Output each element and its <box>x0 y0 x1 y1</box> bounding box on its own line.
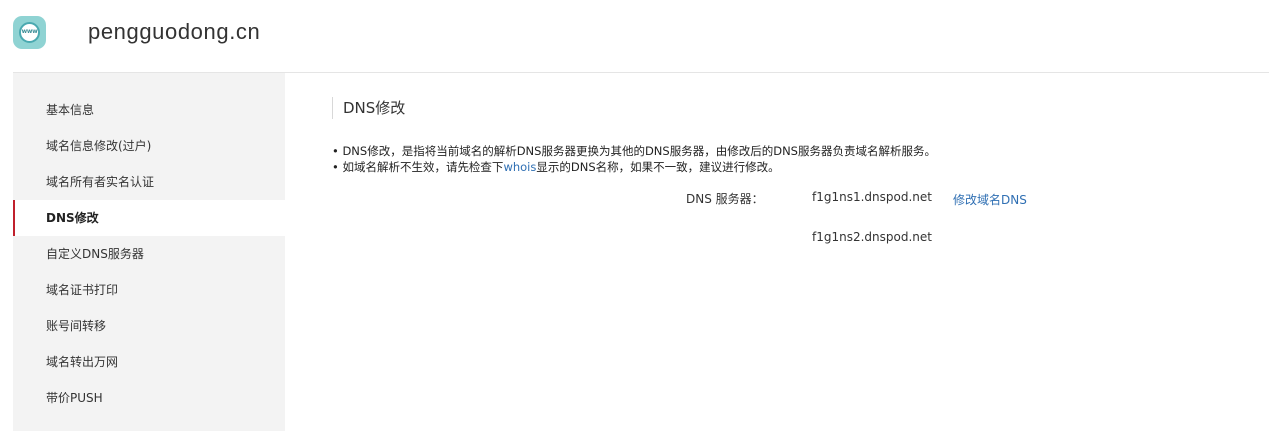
sidebar-item-dns-modify[interactable]: DNS修改 <box>13 200 285 236</box>
main-content: DNS修改 • DNS修改，是指将当前域名的解析DNS服务器更换为其他的DNS服… <box>285 73 1269 431</box>
note-line-2-after: 显示的DNS名称，如果不一致，建议进行修改。 <box>536 160 780 174</box>
sidebar-item-custom-dns[interactable]: 自定义DNS服务器 <box>13 236 285 272</box>
whois-link[interactable]: whois <box>503 160 536 174</box>
dns-server-2: f1g1ns2.dnspod.net <box>812 230 932 244</box>
page-title: DNS修改 <box>332 97 405 119</box>
sidebar-item-account-transfer[interactable]: 账号间转移 <box>13 308 285 344</box>
domain-title: pengguodong.cn <box>88 19 261 44</box>
sidebar-item-transfer-out[interactable]: 域名转出万网 <box>13 344 285 380</box>
dns-server-label: DNS 服务器： <box>686 192 764 206</box>
dns-server-1: f1g1ns1.dnspod.net <box>812 190 932 204</box>
note-line-1: • DNS修改，是指将当前域名的解析DNS服务器更换为其他的DNS服务器，由修改… <box>332 144 936 158</box>
sidebar-item-price-push[interactable]: 带价PUSH <box>13 380 285 416</box>
header: www pengguodong.cn <box>0 0 1269 72</box>
globe-icon: www <box>19 22 40 43</box>
notes: • DNS修改，是指将当前域名的解析DNS服务器更换为其他的DNS服务器，由修改… <box>332 143 936 175</box>
logo-text: www <box>21 28 38 35</box>
note-line-2-before: • 如域名解析不生效，请先检查下 <box>332 160 504 174</box>
domain-logo-icon: www <box>13 16 46 49</box>
sidebar-item-owner-verification[interactable]: 域名所有者实名认证 <box>13 164 285 200</box>
sidebar-item-info-modify[interactable]: 域名信息修改(过户) <box>13 128 285 164</box>
note-line-2: • 如域名解析不生效，请先检查下whois显示的DNS名称，如果不一致，建议进行… <box>332 159 936 175</box>
sidebar-item-certificate-print[interactable]: 域名证书打印 <box>13 272 285 308</box>
sidebar-item-basic-info[interactable]: 基本信息 <box>13 92 285 128</box>
sidebar: 基本信息 域名信息修改(过户) 域名所有者实名认证 DNS修改 自定义DNS服务… <box>13 73 285 431</box>
modify-dns-link[interactable]: 修改域名DNS <box>953 191 1027 208</box>
